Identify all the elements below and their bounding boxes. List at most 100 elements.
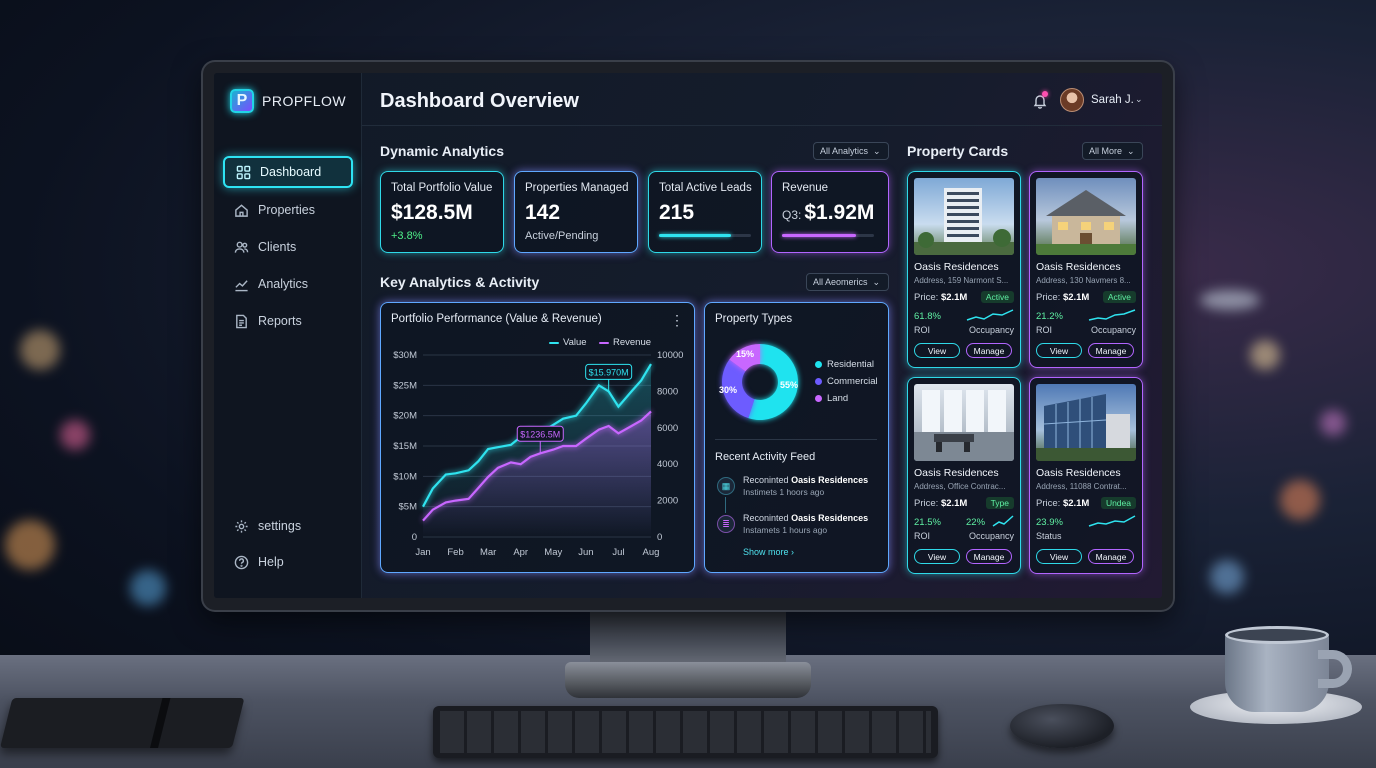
roi-value: 23.9% [1036,517,1063,528]
gear-icon [235,519,248,533]
avatar[interactable] [1060,88,1084,112]
kpi-card-portfolio-value[interactable]: Total Portfolio Value $128.5M +3.8% [380,171,504,253]
kpi-change: +3.8% [391,230,423,242]
sparkline [966,309,1014,321]
roi-value: 21.5% [914,517,941,528]
y-right-tick-label: 6000 [657,423,678,434]
property-types-title: Property Types [715,313,793,325]
slice-label-commercial: 30% [719,385,738,395]
user-name[interactable]: Sarah J. [1091,94,1134,106]
sidebar-item-help[interactable]: Help [223,546,353,578]
x-tick-label: Jul [612,547,624,558]
manage-button[interactable]: Manage [966,343,1012,358]
calendar-icon: ▦ [717,477,735,495]
property-card[interactable]: Oasis Residences Address, Office Contrac… [907,377,1021,574]
status-badge: Type [985,497,1014,509]
sidebar-item-clients[interactable]: Clients [223,231,353,263]
chart-annotation-label: $15.970M [589,367,629,377]
property-card[interactable]: Oasis Residences Address, 130 Navmers 8.… [1029,171,1143,368]
sidebar-item-label: Help [258,555,284,569]
x-tick-label: Mar [480,547,496,558]
manage-button[interactable]: Manage [966,549,1012,564]
roi-value: 21.2% [1036,311,1063,322]
app-name: PROPFLOW [262,93,347,109]
activity-time: Instamets 1 hours ago [743,525,828,535]
legend-land: Land [815,393,848,404]
y-right-tick-label: 8000 [657,386,678,397]
sidebar-item-properties[interactable]: Properties [223,194,353,226]
activity-item[interactable]: Reconinted Oasis Residences [743,475,868,485]
property-card[interactable]: Oasis Residences Address, 159 Narmont S.… [907,171,1021,368]
sparkline [1088,309,1136,321]
y-right-tick-label: 10000 [657,350,683,361]
chevron-down-icon[interactable]: ⌄ [1135,94,1143,105]
kpi-card-revenue[interactable]: Revenue Q3: $1.92M [771,171,889,253]
sidebar-item-settings[interactable]: settings [223,510,353,542]
legend-commercial: Commercial [815,376,878,387]
app-logo[interactable]: P PROPFLOW [230,89,346,113]
home-icon [235,203,248,217]
portfolio-performance-chart: Portfolio Performance (Value & Revenue) … [380,302,695,573]
monitor-base [565,662,811,698]
document-icon [236,314,247,328]
x-tick-label: Jan [415,547,430,558]
x-tick-label: Feb [447,547,463,558]
manage-button[interactable]: Manage [1088,343,1134,358]
show-more-link[interactable]: Show more › [743,547,794,557]
house-icon [1036,178,1136,255]
notebook [0,698,245,748]
app-screen: P PROPFLOW Dashboard Properties Clients … [214,73,1162,598]
y-left-tick-label: 0 [412,532,417,543]
sidebar-item-label: Clients [258,240,297,254]
database-icon: ≣ [717,515,735,533]
chevron-down-icon: ⌄ [1127,145,1135,156]
leads-progress-bar [659,234,751,237]
y-right-tick-label: 4000 [657,459,678,470]
sidebar-item-label: Reports [258,314,302,328]
y-left-tick-label: $25M [393,380,417,391]
keyboard [433,706,938,758]
view-button[interactable]: View [914,343,960,358]
chevron-down-icon: ⌄ [873,145,881,156]
grid-icon [236,165,251,179]
manage-button[interactable]: Manage [1088,549,1134,564]
view-button[interactable]: View [1036,549,1082,564]
chart-annotation-label: $1236.5M [520,429,560,439]
occupancy-value: 22% [966,517,986,528]
sparkline [992,515,1014,527]
sidebar-item-dashboard[interactable]: Dashboard [223,156,353,188]
analytics-filter-dropdown[interactable]: All Analytics ⌄ [813,142,889,160]
section-title-key-analytics: Key Analytics & Activity [380,274,540,290]
x-tick-label: Apr [513,547,528,558]
activity-feed-title: Recent Activity Feed [715,451,816,463]
notification-dot [1042,91,1048,97]
sidebar-item-label: Analytics [258,277,309,291]
mouse [1010,704,1114,748]
key-analytics-filter-dropdown[interactable]: All Aeomerics ⌄ [806,273,889,291]
property-card[interactable]: Oasis Residences Address, 11088 Contrat.… [1029,377,1143,574]
help-icon [234,555,249,569]
status-badge: Active [980,291,1014,303]
logo-mark-icon: P [230,89,254,113]
office-icon [914,384,1014,461]
page-title: Dashboard Overview [380,90,579,112]
kpi-card-active-leads[interactable]: Total Active Leads 215 [648,171,762,253]
activity-time: Instimets 1 hoors ago [743,487,825,497]
users-icon [234,241,249,253]
sidebar-item-reports[interactable]: Reports [223,305,353,337]
sidebar-item-analytics[interactable]: Analytics [223,268,353,300]
activity-item[interactable]: Reconinted Oasis Residences [743,513,868,523]
view-button[interactable]: View [1036,343,1082,358]
y-left-tick-label: $5M [399,502,418,513]
slice-label-residential: 55% [780,380,799,390]
y-left-tick-label: $30M [393,350,417,361]
y-right-tick-label: 2000 [657,496,678,507]
kpi-card-properties-managed[interactable]: Properties Managed 142 Active/Pending [514,171,638,253]
trend-icon [235,279,248,291]
view-button[interactable]: View [914,549,960,564]
revenue-progress-bar [782,234,874,237]
property-filter-dropdown[interactable]: All More ⌄ [1082,142,1143,160]
glass-building-icon [1036,384,1136,461]
y-left-tick-label: $10M [393,471,417,482]
x-tick-label: Aug [643,547,660,558]
